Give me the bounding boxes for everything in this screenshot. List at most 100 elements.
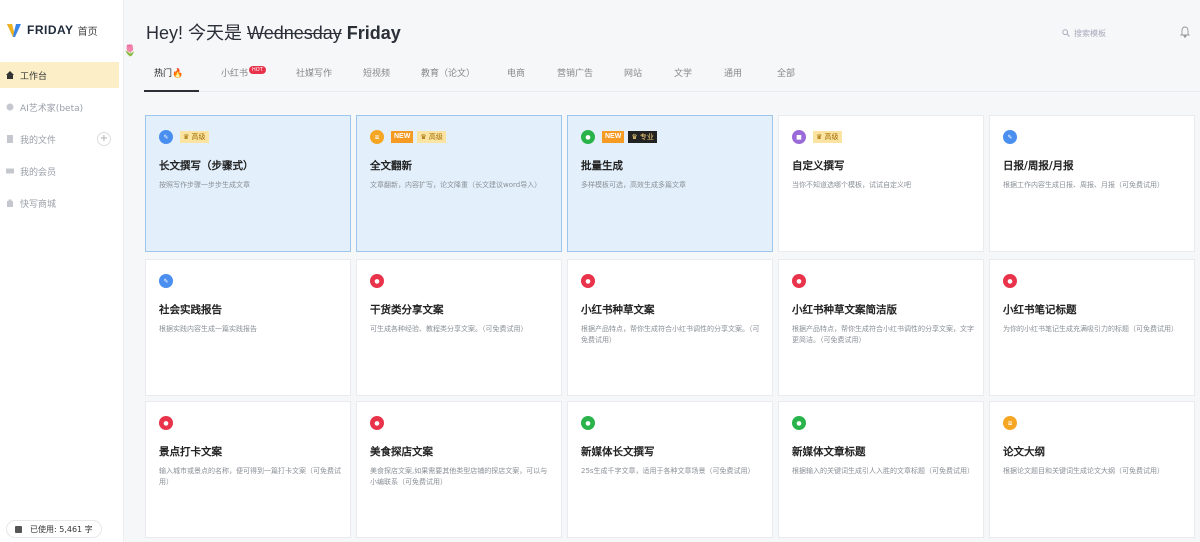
sidebar-item-label: 我的会员 <box>20 167 57 178</box>
sidebar: FRIDAY 首页 工作台 AI艺术家(beta) 我的文件 + 我的会员 快写… <box>0 0 124 542</box>
template-card-rewrite[interactable]: ≡ NEW ♛ 高级 全文翻新 文章翻新，内容扩写，论文降重（长文建议word导入… <box>356 115 562 252</box>
doc-icon: ≡ <box>1003 416 1017 430</box>
sidebar-item-label: AI艺术家(beta) <box>20 103 84 114</box>
card-description: 输入城市或景点的名称，便可得到一篇打卡文案（可免费试用） <box>159 467 341 486</box>
tab-education[interactable]: 教育（论文） <box>421 66 475 79</box>
greeting-struck-day: Wednesday <box>247 23 342 43</box>
shop-icon <box>7 199 13 207</box>
card-description: 根据输入的关键词生成引人入胜的文章标题（可免费试用） <box>792 467 974 475</box>
card-title: 新媒体文章标题 <box>792 446 866 458</box>
template-card-xhs-title[interactable]: ● 小红书笔记标题 为你的小红书笔记生成充满吸引力的标题（可免费试用） <box>989 259 1195 396</box>
card-title: 小红书笔记标题 <box>1003 304 1077 316</box>
wechat-icon: ● <box>792 416 806 430</box>
tab-hot[interactable]: 热门🔥 <box>154 66 183 79</box>
card-title: 自定义撰写 <box>792 160 845 172</box>
card-description: 根据论文题目和关键词生成论文大纲（可免费试用） <box>1003 467 1164 475</box>
card-description: 当你不知道选哪个模板，试试自定义吧 <box>792 181 911 189</box>
template-card-share-copy[interactable]: ● 干货类分享文案 可生成各种经验、教程类分享文案。（可免费试用） <box>356 259 562 396</box>
lock-icon: ■ <box>792 130 806 144</box>
page-greeting: Hey! 今天是 Wednesday Friday <box>146 19 401 45</box>
premium-badge: ♛ 高级 <box>813 131 842 143</box>
tab-label: 短视频 <box>363 69 391 79</box>
search-icon <box>1062 29 1070 37</box>
tab-website[interactable]: 网站 <box>624 66 642 79</box>
edit-icon: ✎ <box>1003 130 1017 144</box>
brand-name: FRIDAY <box>27 23 74 37</box>
template-card-media-article[interactable]: ● 新媒体长文撰写 25s生成千字文章，适用于各种文章场景（可免费试用） <box>567 401 773 538</box>
template-card-xhs-seeding[interactable]: ● 小红书种草文案 根据产品特点，帮你生成符合小红书调性的分享文案。（可免费试用… <box>567 259 773 396</box>
search-input[interactable]: 搜索模板 <box>1062 24 1166 42</box>
card-description: 按照写作步骤一步步生成文章 <box>159 181 250 189</box>
template-card-practice-report[interactable]: ✎ 社会实践报告 根据实践内容生成一篇实践报告 <box>145 259 351 396</box>
template-card-food-review[interactable]: ● 美食探店文案 美食探店文案,如果需要其他类型店铺的探店文案，可以与小编联系（… <box>356 401 562 538</box>
template-card-custom[interactable]: ■ ♛ 高级 自定义撰写 当你不知道选哪个模板，试试自定义吧 <box>778 115 984 252</box>
tab-all[interactable]: 全部 <box>777 66 795 79</box>
mascot-icon: 🌷 <box>123 44 137 57</box>
home-link[interactable]: 首页 <box>78 23 98 38</box>
template-card-long-article[interactable]: ✎ ♛ 高级 长文撰写（步骤式） 按照写作步骤一步步生成文章 <box>145 115 351 252</box>
template-card-media-title[interactable]: ● 新媒体文章标题 根据输入的关键词生成引人入胜的文章标题（可免费试用） <box>778 401 984 538</box>
xiaohongshu-icon: ● <box>370 416 384 430</box>
home-icon <box>6 71 14 79</box>
tab-social[interactable]: 社媒写作 <box>296 66 332 79</box>
xiaohongshu-icon: ● <box>1003 274 1017 288</box>
card-description: 可生成各种经验、教程类分享文案。（可免费试用） <box>370 325 528 333</box>
template-card-checkin[interactable]: ● 景点打卡文案 输入城市或景点的名称，便可得到一篇打卡文案（可免费试用） <box>145 401 351 538</box>
tab-ecommerce[interactable]: 电商 <box>507 66 525 79</box>
sidebar-nav: 工作台 AI艺术家(beta) 我的文件 + 我的会员 快写商城 <box>0 62 123 222</box>
new-badge: NEW <box>391 131 414 143</box>
sidebar-item-workbench[interactable]: 工作台 <box>0 62 119 88</box>
card-description: 多样模板可选，高效生成多篇文章 <box>581 181 686 189</box>
template-card-report[interactable]: ✎ 日报/周报/月报 根据工作内容生成日报、周报、月报（可免费试用） <box>989 115 1195 252</box>
wechat-icon: ● <box>581 416 595 430</box>
tab-label: 教育（论文） <box>421 69 476 79</box>
card-title: 景点打卡文案 <box>159 446 222 458</box>
sidebar-item-ai-artist[interactable]: AI艺术家(beta) <box>0 94 119 120</box>
tab-xiaohongshu[interactable]: 小红书 HOT <box>221 66 266 79</box>
sidebar-item-label: 我的文件 <box>20 135 57 146</box>
premium-badge: ♛ 高级 <box>417 131 446 143</box>
card-icon <box>6 168 14 174</box>
card-description: 文章翻新，内容扩写，论文降重（长文建议word导入） <box>370 181 542 189</box>
premium-badge: ♛ 高级 <box>180 131 209 143</box>
db-icon <box>15 525 22 533</box>
tab-literature[interactable]: 文学 <box>674 66 692 79</box>
edit-icon: ✎ <box>159 130 173 144</box>
greeting-prefix: Hey! 今天是 <box>146 23 243 43</box>
card-title: 日报/周报/月报 <box>1003 160 1074 172</box>
tab-marketing[interactable]: 营销广告 <box>557 66 593 79</box>
bell-icon[interactable] <box>1179 26 1191 38</box>
sidebar-item-my-files[interactable]: 我的文件 + <box>0 126 119 152</box>
active-tab-indicator <box>144 90 199 92</box>
logo[interactable]: FRIDAY 首页 <box>6 20 98 40</box>
card-title: 小红书种草文案 <box>581 304 655 316</box>
pro-badge: ♛ 专业 <box>628 131 657 143</box>
category-tabs: 热门🔥 小红书 HOT 社媒写作 短视频 教育（论文） 电商 营销广告 网站 文学… <box>144 56 1200 92</box>
add-file-button[interactable]: + <box>97 132 111 146</box>
tab-label: 网站 <box>624 69 643 79</box>
wechat-icon: ● <box>581 130 595 144</box>
card-title: 社会实践报告 <box>159 304 222 316</box>
tab-label: 全部 <box>777 69 796 79</box>
template-card-batch[interactable]: ● NEW ♛ 专业 批量生成 多样模板可选，高效生成多篇文章 <box>567 115 773 252</box>
sidebar-item-membership[interactable]: 我的会员 <box>0 158 119 184</box>
card-description: 为你的小红书笔记生成充满吸引力的标题（可免费试用） <box>1003 325 1178 333</box>
card-title: 论文大纲 <box>1003 446 1045 458</box>
tab-label: 社媒写作 <box>296 69 333 79</box>
sidebar-item-label: 工作台 <box>20 71 48 82</box>
usage-badge: 已使用: 5,461 字 <box>6 520 102 538</box>
doc-icon: ≡ <box>370 130 384 144</box>
sidebar-item-shop[interactable]: 快写商城 <box>0 190 119 216</box>
card-title: 干货类分享文案 <box>370 304 444 316</box>
template-card-thesis-outline[interactable]: ≡ 论文大纲 根据论文题目和关键词生成论文大纲（可免费试用） <box>989 401 1195 538</box>
file-icon <box>7 135 13 143</box>
tab-label: 小红书 <box>221 69 249 79</box>
template-card-xhs-seeding-short[interactable]: ● 小红书种草文案简洁版 根据产品特点，帮你生成符合小红书调性的分享文案，文字更… <box>778 259 984 396</box>
card-title: 全文翻新 <box>370 160 412 172</box>
xiaohongshu-icon: ● <box>370 274 384 288</box>
tab-label: 通用 <box>724 69 743 79</box>
tab-label: 电商 <box>507 69 526 79</box>
tab-general[interactable]: 通用 <box>724 66 742 79</box>
tab-short-video[interactable]: 短视频 <box>363 66 390 79</box>
card-description: 美食探店文案,如果需要其他类型店铺的探店文案，可以与小编联系（可免费试用） <box>370 467 548 486</box>
